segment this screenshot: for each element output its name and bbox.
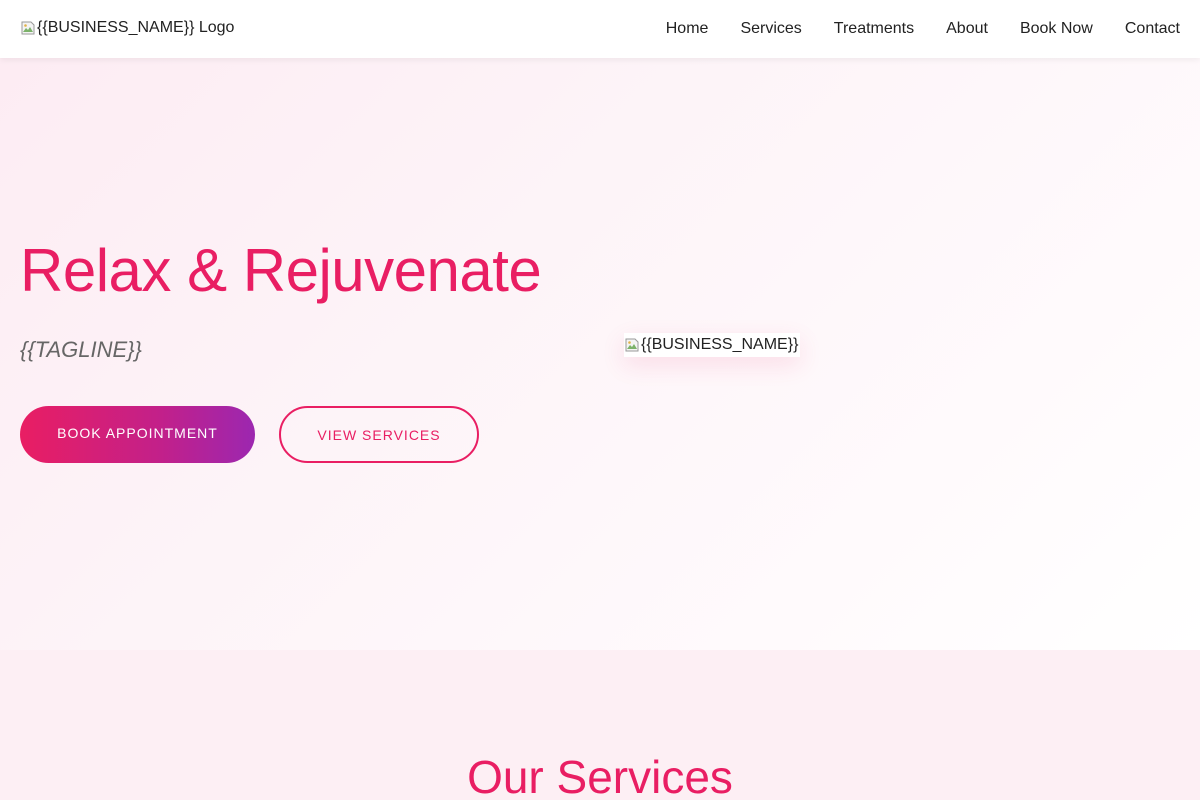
nav-treatments[interactable]: Treatments bbox=[834, 20, 914, 38]
services-heading: Our Services bbox=[467, 751, 733, 803]
nav-about[interactable]: About bbox=[946, 20, 988, 38]
broken-image-icon bbox=[20, 20, 36, 36]
hero-section: Relax & Rejuvenate {{TAGLINE}} Book Appo… bbox=[0, 58, 1200, 650]
logo-alt-text: {{BUSINESS_NAME}} Logo bbox=[37, 19, 235, 36]
hero-image: {{BUSINESS_NAME}} bbox=[624, 333, 801, 357]
broken-image-icon bbox=[624, 337, 640, 353]
view-services-button[interactable]: View Services bbox=[279, 406, 479, 463]
site-logo[interactable]: {{BUSINESS_NAME}} Logo bbox=[20, 17, 234, 39]
services-section: Our Services bbox=[0, 650, 1200, 803]
book-appointment-button[interactable]: Book Appointment bbox=[20, 406, 255, 463]
nav-home[interactable]: Home bbox=[666, 20, 709, 38]
hero-title: Relax & Rejuvenate bbox=[20, 237, 542, 304]
nav-contact[interactable]: Contact bbox=[1125, 20, 1180, 38]
nav-book-now[interactable]: Book Now bbox=[1020, 20, 1093, 38]
main-nav: Home Services Treatments About Book Now … bbox=[666, 0, 1180, 58]
nav-services[interactable]: Services bbox=[740, 20, 801, 38]
site-header: {{BUSINESS_NAME}} Logo Home Services Tre… bbox=[0, 0, 1200, 58]
hero-image-alt-text: {{BUSINESS_NAME}} bbox=[641, 336, 799, 353]
hero-tagline: {{TAGLINE}} bbox=[20, 337, 142, 362]
